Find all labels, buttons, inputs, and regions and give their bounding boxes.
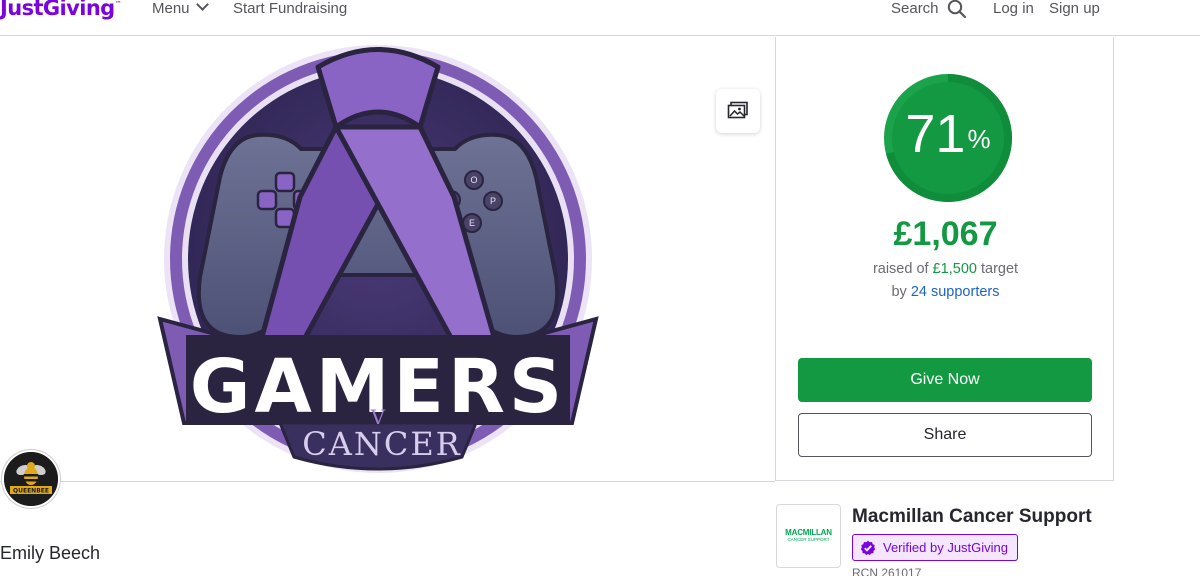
search-icon	[947, 0, 967, 19]
justgiving-logo[interactable]: JustGiving™	[0, 0, 122, 20]
charity-rcn: RCN 261017	[852, 566, 922, 576]
progress-percent: 71%	[883, 103, 1013, 165]
verified-badge: Verified by JustGiving	[852, 534, 1019, 561]
search-button[interactable]: Search	[891, 0, 967, 19]
target-text: raised of £1,500 target	[776, 261, 1115, 277]
avatar-text: QUEENBEE	[13, 488, 49, 495]
gamers-v-cancer-logo: O H P E GAMERS V CANCER	[157, 45, 599, 473]
charity-name[interactable]: Macmillan Cancer Support	[852, 506, 1092, 528]
avatar[interactable]: QUEENBEE	[2, 450, 60, 508]
verified-check-icon	[860, 540, 876, 555]
login-link[interactable]: Log in	[993, 0, 1034, 18]
queenbee-avatar-icon: QUEENBEE	[4, 452, 58, 506]
menu-label: Menu	[152, 0, 190, 17]
gallery-button[interactable]	[716, 89, 760, 133]
charity-logo-big-text: MACMILLAN	[785, 528, 832, 537]
verified-label: Verified by JustGiving	[883, 540, 1009, 555]
progress-percent-sign: %	[967, 124, 991, 154]
amount-raised: £1,067	[893, 215, 998, 253]
give-now-button[interactable]: Give Now	[798, 358, 1092, 402]
start-fundraising-link[interactable]: Start Fundraising	[233, 0, 347, 18]
charity-logo-small-text: CANCER SUPPORT	[787, 537, 830, 542]
target-amount: £1,500	[932, 261, 977, 277]
signup-link[interactable]: Sign up	[1049, 0, 1100, 18]
logo-subtitle-text: CANCER	[302, 425, 462, 463]
search-label: Search	[891, 0, 939, 17]
top-nav: JustGiving™ Menu Start Fundraising Searc…	[0, 0, 1200, 36]
target-prefix: raised of	[872, 261, 933, 277]
supporters-link[interactable]: 24 supporters	[911, 284, 1000, 300]
fundraiser-cover-image: O H P E GAMERS V CANCER	[0, 37, 775, 481]
supporters-prefix: by	[891, 284, 911, 300]
charity-logo[interactable]: MACMILLAN CANCER SUPPORT	[776, 504, 841, 568]
supporters-text: by 24 supporters	[776, 284, 1115, 300]
fundraiser-owner-name: Emily Beech	[0, 543, 101, 563]
target-suffix: target	[976, 261, 1019, 277]
share-button[interactable]: Share	[798, 413, 1092, 457]
controller-button-e: E	[469, 218, 475, 228]
progress-percent-number: 71	[905, 104, 966, 164]
chevron-down-icon	[195, 0, 209, 11]
image-gallery-icon	[727, 101, 748, 119]
progress-ring: 71%	[883, 73, 1013, 203]
controller-button-p: P	[490, 196, 496, 206]
divider	[0, 481, 775, 482]
menu-button[interactable]: Menu	[152, 0, 209, 18]
donation-panel: 71% £1,067 raised of £1,500 target by 24…	[775, 37, 1114, 481]
controller-button-o: O	[470, 175, 477, 185]
